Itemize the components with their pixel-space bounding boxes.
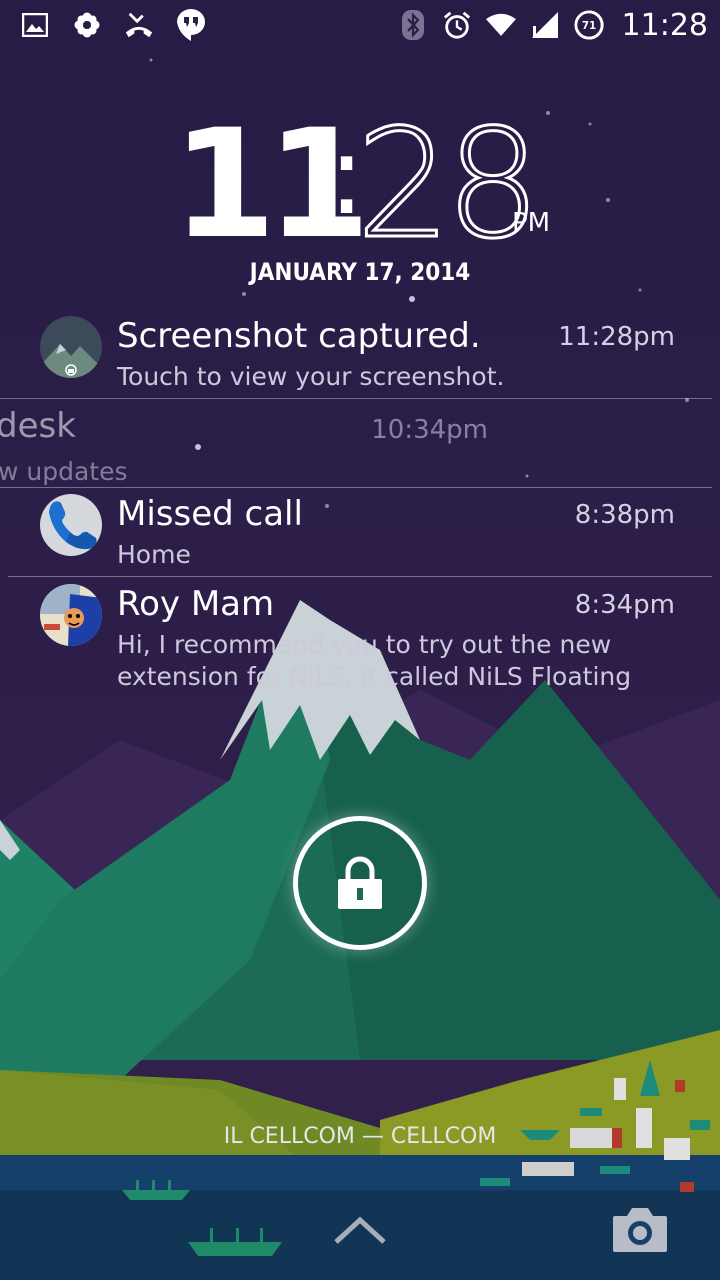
clock-ampm: PM xyxy=(512,208,551,238)
notification-divider xyxy=(0,487,712,488)
hangouts-icon xyxy=(176,9,206,41)
bluetooth-icon xyxy=(398,10,428,40)
notification-title: Screenshot captured. xyxy=(117,316,481,356)
notification-time: 8:34pm xyxy=(574,590,675,620)
notification-text: Hi, I recommend you to try out the new e… xyxy=(117,630,632,691)
status-bar: 71 11:28 xyxy=(0,0,720,50)
notification-title: desk xyxy=(0,406,76,446)
swipe-up-arrow-icon[interactable] xyxy=(330,1210,390,1250)
gallery-icon xyxy=(20,10,50,40)
screenshot-thumbnail-icon xyxy=(40,316,102,378)
notification-text: w updates xyxy=(0,457,128,486)
notification-screenshot[interactable]: Screenshot captured. 11:28pm Touch to vi… xyxy=(0,316,720,404)
clock-minutes: 28 xyxy=(355,98,543,272)
notification-missed-call[interactable]: Missed call 8:38pm Home xyxy=(0,494,720,582)
settings-flower-icon xyxy=(72,10,102,40)
lock-icon xyxy=(338,856,382,909)
notification-time: 11:28pm xyxy=(558,322,675,352)
wifi-icon xyxy=(485,10,516,40)
notification-divider xyxy=(0,398,712,399)
battery-icon: 71 xyxy=(574,10,604,40)
notification-time: 8:38pm xyxy=(574,500,675,530)
battery-level-text: 71 xyxy=(581,20,595,32)
phone-icon xyxy=(40,494,102,556)
lockscreen-clock: 11 : 28 PM xyxy=(0,98,720,272)
notification-dismissing[interactable]: desk 10:34pm w updates xyxy=(0,406,720,494)
notification-title: Missed call xyxy=(117,494,303,534)
notification-text: Home xyxy=(117,540,191,569)
contact-avatar-icon xyxy=(40,584,102,646)
notification-text: Touch to view your screenshot. xyxy=(117,362,505,391)
notification-time: 10:34pm xyxy=(371,415,488,445)
notification-message[interactable]: Roy Mam 8:34pm Hi, I recommend you to tr… xyxy=(0,584,720,691)
lockscreen-date: JANUARY 17, 2014 xyxy=(249,258,471,286)
notification-divider xyxy=(8,576,712,577)
notification-title: Roy Mam xyxy=(117,584,275,624)
status-time: 11:28 xyxy=(621,7,708,43)
cell-signal-icon xyxy=(530,10,560,40)
camera-icon[interactable] xyxy=(611,1206,669,1254)
missed-call-icon xyxy=(124,10,154,40)
carrier-label: IL CELLCOM — CELLCOM xyxy=(223,1124,497,1149)
alarm-icon xyxy=(442,10,472,40)
unlock-button[interactable] xyxy=(293,816,427,950)
